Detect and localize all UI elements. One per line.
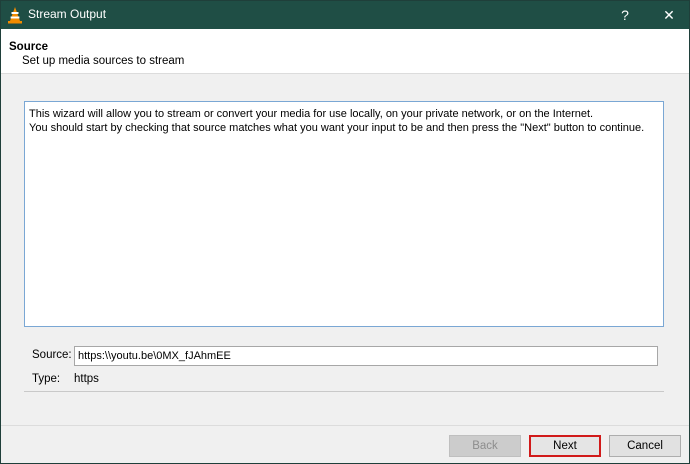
wizard-description-box[interactable]: This wizard will allow you to stream or … — [24, 101, 664, 327]
stream-output-dialog: Stream Output ? ✕ Source Set up media so… — [0, 0, 690, 464]
footer-divider — [1, 425, 689, 426]
window-title: Stream Output — [28, 7, 107, 21]
page-subtitle: Set up media sources to stream — [22, 55, 185, 67]
cancel-button[interactable]: Cancel — [609, 435, 681, 457]
page-title: Source — [9, 41, 48, 53]
back-button[interactable]: Back — [449, 435, 521, 457]
type-label: Type: — [32, 373, 61, 385]
source-group: Source: Type: https — [24, 339, 664, 392]
source-input[interactable] — [74, 346, 658, 366]
wizard-header: Source Set up media sources to stream — [1, 29, 689, 74]
wizard-description-line1: This wizard will allow you to stream or … — [29, 108, 594, 120]
close-button[interactable]: ✕ — [647, 1, 690, 29]
type-value: https — [74, 373, 99, 385]
wizard-description-line2: You should start by checking that source… — [29, 122, 645, 134]
next-button[interactable]: Next — [529, 435, 601, 457]
vlc-cone-icon — [8, 7, 22, 24]
help-button[interactable]: ? — [603, 1, 647, 29]
source-label: Source: — [32, 349, 72, 361]
title-bar[interactable]: Stream Output ? ✕ — [1, 1, 689, 29]
